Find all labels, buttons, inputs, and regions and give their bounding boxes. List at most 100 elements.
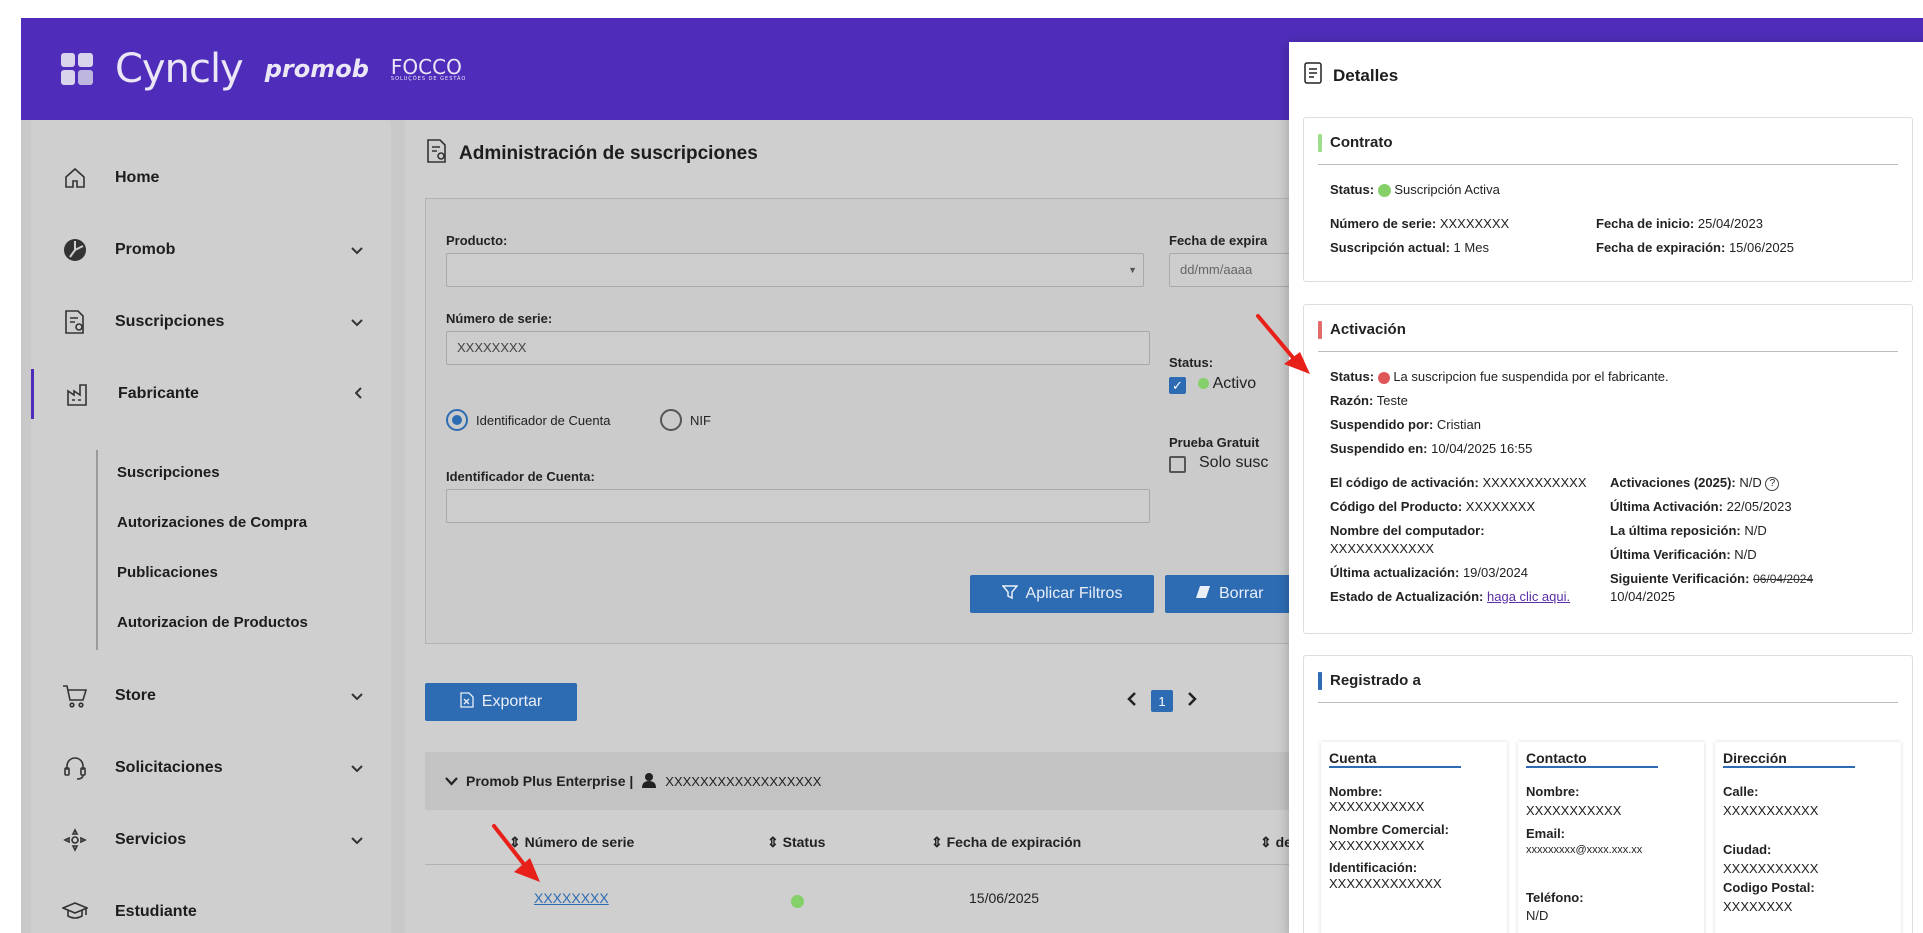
submenu-item-autorizaciones-compra[interactable]: Autorizaciones de Compra	[117, 514, 307, 531]
account-commercial-value: XXXXXXXXXXX	[1329, 838, 1425, 853]
details-title: Detalles	[1333, 65, 1399, 85]
address-street-label: Calle:	[1723, 784, 1759, 799]
sidebar-item-home[interactable]: Home	[31, 153, 391, 203]
cart-icon	[61, 682, 89, 710]
contract-serial: Número de serie: XXXXXXXX	[1330, 216, 1510, 231]
contract-title: Contrato	[1318, 134, 1393, 152]
activation-title: Activación	[1318, 321, 1406, 339]
sort-icon: ⇕	[767, 834, 779, 850]
status-active-checkbox[interactable]: ✓	[1169, 377, 1186, 394]
account-id-value: XXXXXXXXXXXXX	[1329, 876, 1442, 891]
annotation-arrow-icon	[492, 824, 540, 882]
last-verification: Última Verificación: N/D	[1610, 547, 1757, 562]
dropdown-caret-icon: ▼	[1128, 265, 1137, 275]
update-state-link[interactable]: haga clic aqui.	[1487, 589, 1570, 604]
contact-name-value: XXXXXXXXXXX	[1526, 803, 1622, 818]
account-name-value: XXXXXXXXXXX	[1329, 799, 1425, 814]
radio-account-id[interactable]: Identificador de Cuenta	[446, 409, 610, 431]
radio-unchecked-icon	[660, 409, 682, 431]
details-panel: Detalles Contrato Status: Suscripción Ac…	[1289, 42, 1923, 933]
apply-filters-button[interactable]: Aplicar Filtros	[970, 575, 1154, 613]
address-street-value: XXXXXXXXXXX	[1723, 803, 1819, 818]
account-subcard: Cuenta Nombre: XXXXXXXXXXX Nombre Comerc…	[1321, 742, 1507, 933]
contract-current: Suscripción actual: 1 Mes	[1330, 240, 1489, 255]
card-divider	[1318, 164, 1898, 165]
chevron-left-icon[interactable]	[1127, 691, 1137, 712]
headset-icon	[61, 754, 89, 782]
suspended-on: Suspendido en: 10/04/2025 16:55	[1330, 441, 1533, 456]
last-update: Última actualización: 19/03/2024	[1330, 565, 1529, 580]
sidebar-item-estudiante[interactable]: Estudiante	[31, 887, 391, 933]
factory-icon	[64, 380, 92, 408]
document-icon	[1303, 62, 1323, 89]
computer-name-value: XXXXXXXXXXXX	[1330, 541, 1435, 556]
account-id-input[interactable]	[446, 489, 1150, 523]
contact-subcard: Contacto Nombre: XXXXXXXXXXX Email: xxxx…	[1518, 742, 1704, 933]
account-commercial-label: Nombre Comercial:	[1329, 822, 1449, 837]
status-label: Status:	[1169, 355, 1214, 370]
export-button[interactable]: Exportar	[425, 683, 577, 721]
address-zip-label: Codigo Postal:	[1723, 880, 1815, 895]
col-header-expiry[interactable]: ⇕ Fecha de expiración	[931, 834, 1081, 851]
computer-name-label: Nombre del computador:	[1330, 523, 1485, 538]
product-code: Código del Producto: XXXXXXXX	[1330, 499, 1536, 514]
graduation-cap-icon	[61, 898, 89, 926]
submenu-item-publicaciones[interactable]: Publicaciones	[117, 564, 218, 581]
page-number-current[interactable]: 1	[1151, 690, 1173, 712]
details-header: Detalles	[1303, 62, 1398, 89]
col-header-status[interactable]: ⇕ Status	[767, 834, 825, 851]
excel-icon	[460, 691, 474, 713]
filter-icon	[1000, 584, 1019, 605]
sidebar-item-promob[interactable]: Promob	[31, 225, 391, 275]
sort-icon: ⇕	[1260, 834, 1272, 850]
sidebar-item-solicitaciones[interactable]: Solicitaciones	[31, 743, 391, 793]
app-frame: Cyncly promob FOCCO SOLUÇÕES DE GESTÃO Ho…	[21, 18, 1923, 933]
suspended-by: Suspendido por: Cristian	[1330, 417, 1481, 432]
eraser-icon	[1195, 585, 1211, 604]
expiry-date-label: Fecha de expira	[1169, 233, 1268, 248]
contract-expiry: Fecha de expiración: 15/06/2025	[1596, 240, 1795, 255]
radio-nif[interactable]: NIF	[660, 409, 711, 431]
table-cell-serial-link[interactable]: XXXXXXXX	[534, 890, 609, 906]
promob-icon	[61, 236, 89, 264]
chevron-left-icon	[354, 386, 363, 402]
suspended-status-dot	[1377, 371, 1390, 384]
chevron-right-icon[interactable]	[1187, 691, 1197, 712]
submenu-item-suscripciones[interactable]: Suscripciones	[117, 464, 220, 481]
sidebar-item-servicios[interactable]: Servicios	[31, 815, 391, 865]
product-select[interactable]: ▼	[446, 253, 1144, 287]
submenu-rail	[96, 450, 98, 650]
subcard-underline	[1526, 766, 1658, 768]
subscription-doc-icon	[425, 138, 449, 170]
col-header-partial[interactable]: ⇕ de	[1260, 834, 1292, 851]
activations-count: Activaciones (2025): N/D ?	[1610, 475, 1780, 491]
status-active-option: Activo	[1198, 375, 1256, 393]
page-title-text: Administración de suscripciones	[459, 143, 758, 164]
sidebar-item-fabricante[interactable]: Fabricante	[31, 369, 391, 419]
activation-status: Status: La suscripcion fue suspendida po…	[1330, 369, 1669, 384]
submenu-item-autorizacion-productos[interactable]: Autorizacion de Productos	[117, 614, 308, 631]
brand-name: Cyncly	[115, 46, 244, 92]
pagination: 1	[1127, 690, 1197, 712]
account-id-label: Identificación:	[1329, 860, 1418, 875]
partner-promob: promob	[264, 55, 369, 83]
chevron-down-icon	[351, 314, 363, 330]
sidebar-item-suscripciones[interactable]: Suscripciones	[31, 297, 391, 347]
page-title: Administración de suscripciones	[425, 138, 758, 170]
chevron-down-icon	[351, 242, 363, 258]
group-account-id: XXXXXXXXXXXXXXXXXX	[665, 773, 822, 789]
chevron-down-icon	[351, 832, 363, 848]
serial-input[interactable]: XXXXXXXX	[446, 331, 1150, 365]
brand-logos[interactable]: Cyncly promob FOCCO SOLUÇÕES DE GESTÃO	[61, 46, 466, 92]
contract-card: Contrato Status: Suscripción Activa Núme…	[1303, 117, 1913, 282]
help-icon[interactable]: ?	[1765, 476, 1780, 491]
account-name-label: Nombre:	[1329, 784, 1383, 799]
card-divider	[1318, 702, 1898, 703]
trial-only-checkbox[interactable]	[1169, 456, 1186, 473]
contact-phone-label: Teléfono:	[1526, 890, 1584, 905]
active-status-dot	[1198, 378, 1209, 390]
sidebar-item-store[interactable]: Store	[31, 671, 391, 721]
contact-phone-value: N/D	[1526, 908, 1549, 923]
address-subcard-title: Dirección	[1723, 750, 1787, 766]
address-city-value: XXXXXXXXXXX	[1723, 861, 1819, 876]
